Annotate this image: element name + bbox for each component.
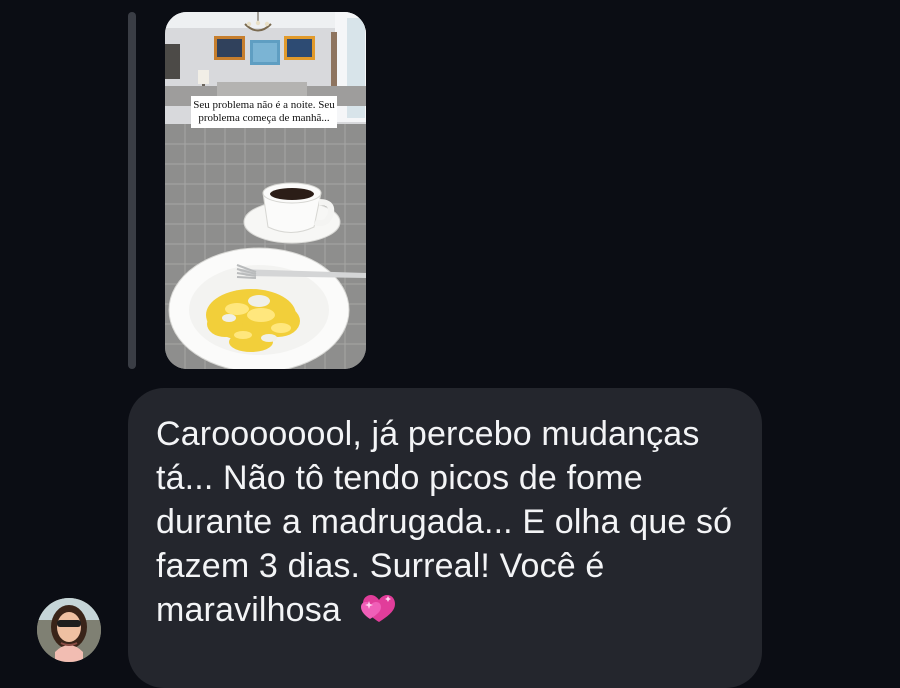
message-bubble[interactable]: Caroooooool, já percebo mudanças tá... N… (128, 388, 762, 688)
profile-avatar[interactable] (37, 598, 101, 662)
two-hearts-icon (359, 592, 397, 624)
breakfast-photo (165, 12, 366, 369)
message-text-container: Caroooooool, já percebo mudanças tá... N… (156, 412, 741, 632)
avatar-image (37, 598, 101, 662)
message-text: Caroooooool, já percebo mudanças tá... N… (156, 415, 733, 629)
story-reply-indicator (128, 12, 136, 369)
story-thumbnail[interactable]: Seu problema não é a noite. Seu problema… (165, 12, 366, 369)
story-caption: Seu problema não é a noite. Seu problema… (191, 96, 337, 128)
